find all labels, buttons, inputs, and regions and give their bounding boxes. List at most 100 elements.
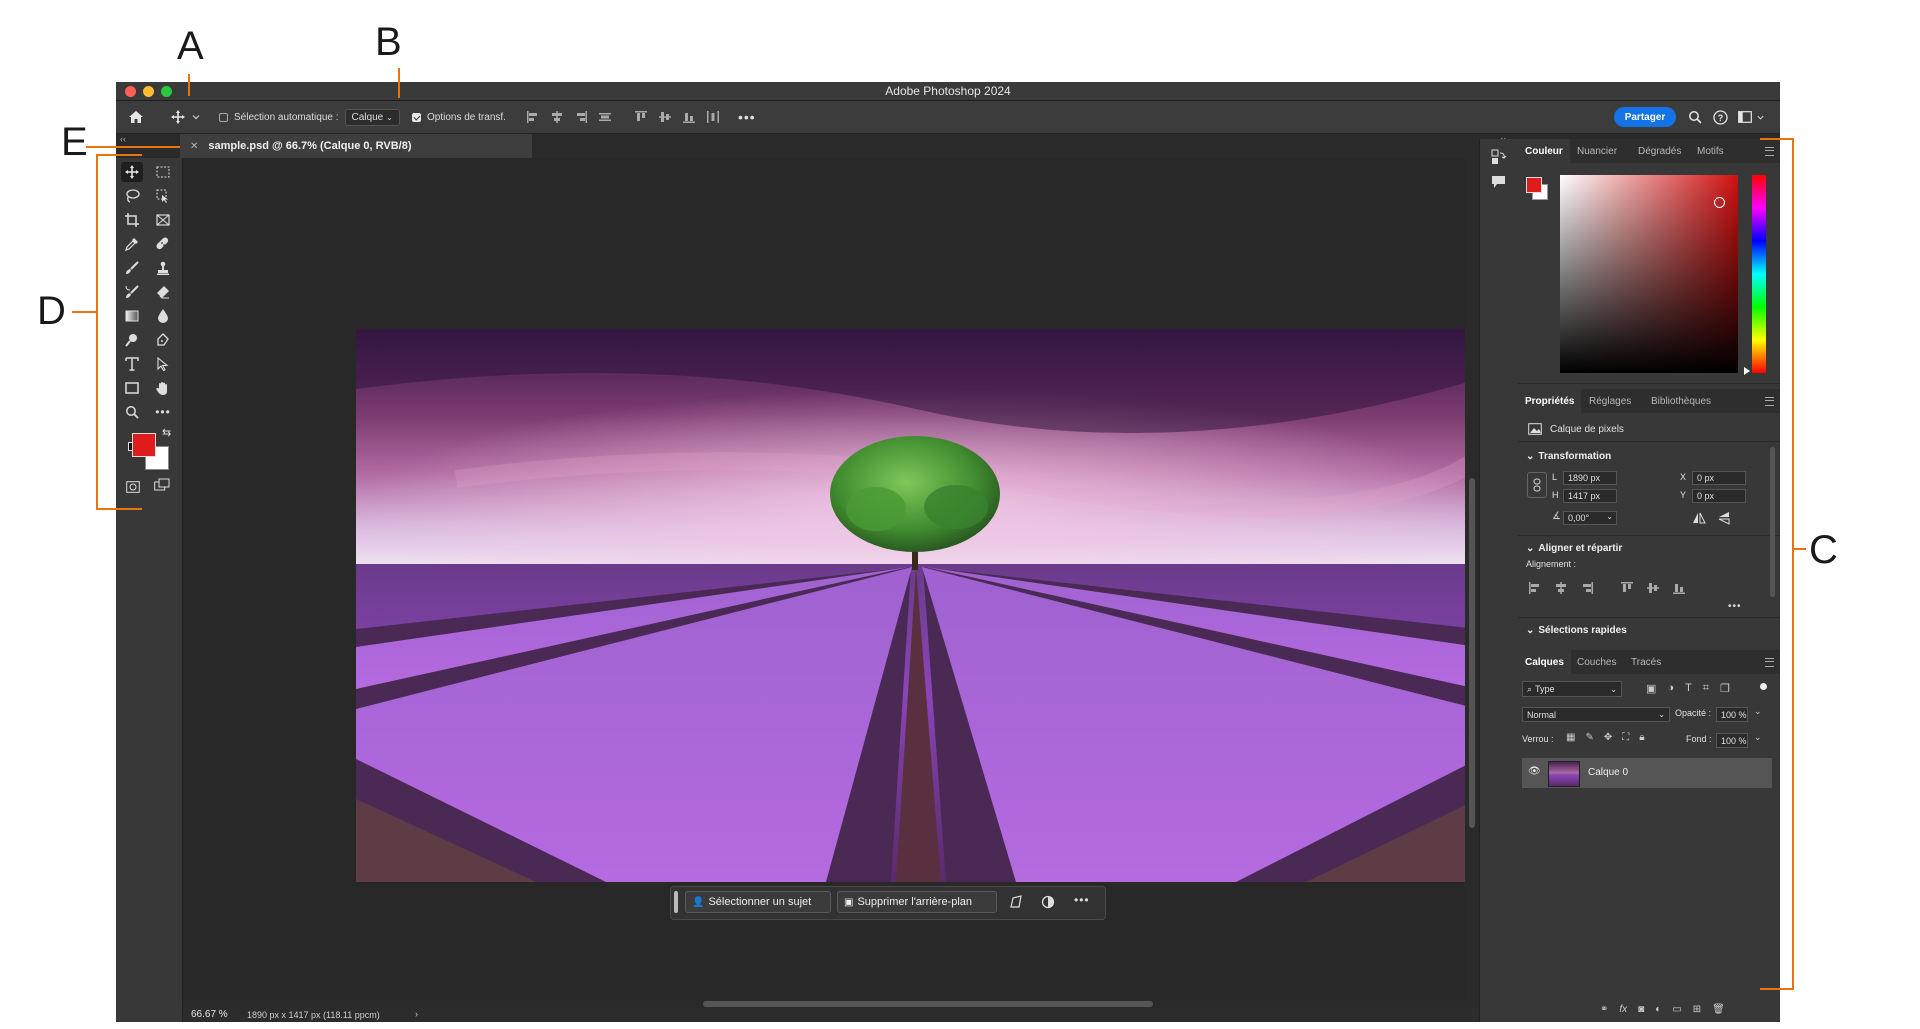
filter-adjustment-icon[interactable]: ◑: [1667, 682, 1674, 695]
new-adjustment-layer-icon[interactable]: ◐: [1655, 1004, 1661, 1015]
align-section-header[interactable]: ⌄ Aligner et répartir: [1526, 543, 1622, 554]
drag-handle[interactable]: [674, 891, 678, 913]
align-vertical-centers-icon[interactable]: [1646, 581, 1660, 595]
layer-name[interactable]: Calque 0: [1588, 767, 1628, 778]
select-subject-button[interactable]: 👤 Sélectionner un sujet: [685, 891, 831, 913]
align-bottom-edges-icon[interactable]: [682, 110, 696, 124]
transform-button[interactable]: [1009, 895, 1023, 914]
tab-patterns[interactable]: Motifs: [1690, 139, 1731, 163]
more-align-options-icon[interactable]: •••: [1728, 601, 1742, 612]
new-group-icon[interactable]: ▭: [1672, 1004, 1681, 1015]
y-field[interactable]: 0 px: [1692, 489, 1746, 503]
flip-horizontal-icon[interactable]: [1692, 512, 1706, 524]
tab-color[interactable]: Couleur: [1518, 139, 1570, 163]
layer-style-icon[interactable]: fx: [1619, 1004, 1627, 1015]
auto-select-dropdown[interactable]: Calque ⌄: [344, 108, 400, 126]
tab-gradients[interactable]: Dégradés: [1631, 139, 1688, 163]
frame-tool[interactable]: [152, 210, 174, 230]
flip-vertical-icon[interactable]: [1718, 511, 1730, 525]
color-fg-swatch[interactable]: [1526, 177, 1542, 193]
home-button[interactable]: [128, 101, 144, 133]
opacity-field[interactable]: 100 %: [1716, 707, 1748, 722]
align-top-edges-icon[interactable]: [1620, 581, 1634, 595]
document-tab[interactable]: ✕ sample.psd @ 66.7% (Calque 0, RVB/8): [180, 134, 532, 158]
tab-paths[interactable]: Tracés: [1624, 650, 1668, 674]
align-vertical-centers-icon[interactable]: [658, 110, 672, 124]
swap-colors-icon[interactable]: ⇆: [162, 426, 171, 439]
help-button[interactable]: ?: [1713, 101, 1728, 133]
comments-panel-button[interactable]: [1491, 175, 1506, 194]
quick-selections-header[interactable]: ⌄ Sélections rapides: [1526, 625, 1627, 636]
filter-type-icon[interactable]: T: [1685, 682, 1692, 695]
filter-smart-object-icon[interactable]: ❐: [1720, 682, 1730, 695]
blur-tool[interactable]: [152, 306, 174, 326]
remove-background-button[interactable]: ▣ Supprimer l'arrière-plan: [837, 891, 997, 913]
fill-field[interactable]: 100 %: [1716, 733, 1748, 748]
link-dimensions-button[interactable]: [1527, 472, 1547, 498]
align-right-edges-icon[interactable]: [1580, 581, 1594, 595]
more-options-icon[interactable]: •••: [1074, 893, 1090, 907]
link-layers-icon[interactable]: ⚭: [1600, 1004, 1608, 1015]
edit-toolbar-button[interactable]: •••: [152, 402, 174, 422]
canvas-area[interactable]: 👤 Sélectionner un sujet ▣ Supprimer l'ar…: [183, 158, 1579, 1008]
align-right-edges-icon[interactable]: [574, 110, 588, 124]
blend-mode-dropdown[interactable]: Normal ⌄: [1522, 707, 1670, 722]
x-field[interactable]: 0 px: [1692, 471, 1746, 485]
pen-tool[interactable]: [152, 330, 174, 350]
auto-select-toggle[interactable]: Sélection automatique : Calque ⌄: [219, 101, 400, 133]
tab-properties[interactable]: Propriétés: [1518, 389, 1582, 413]
tab-layers[interactable]: Calques: [1518, 650, 1571, 674]
adjustment-button[interactable]: [1041, 895, 1055, 914]
align-left-edges-icon[interactable]: [1528, 581, 1542, 595]
visibility-eye-icon[interactable]: 👁︎: [1528, 766, 1541, 777]
color-field[interactable]: [1560, 175, 1738, 373]
align-distribute-icon[interactable]: [598, 110, 612, 124]
hand-tool[interactable]: [152, 378, 174, 398]
marquee-tool[interactable]: [152, 162, 174, 182]
path-selection-tool[interactable]: [152, 354, 174, 374]
share-button[interactable]: Partager: [1614, 107, 1676, 127]
tab-adjustments[interactable]: Réglages: [1582, 389, 1638, 413]
align-bottom-edges-icon[interactable]: [1672, 581, 1686, 595]
filter-shape-icon[interactable]: ⌗: [1703, 682, 1709, 695]
lock-position-icon[interactable]: ✥: [1604, 732, 1612, 743]
vertical-scrollbar[interactable]: [1465, 158, 1479, 1008]
close-tab-icon[interactable]: ✕: [190, 141, 198, 152]
height-field[interactable]: 1417 px: [1563, 489, 1617, 503]
collapse-toolbar-icon[interactable]: ‹‹: [120, 134, 126, 144]
align-horizontal-centers-icon[interactable]: [1554, 581, 1568, 595]
history-panel-button[interactable]: [1491, 149, 1507, 170]
tab-channels[interactable]: Couches: [1570, 650, 1623, 674]
chevron-right-icon[interactable]: ›: [415, 1009, 418, 1019]
new-layer-icon[interactable]: ⊞: [1693, 1004, 1701, 1015]
clone-stamp-tool[interactable]: [152, 258, 174, 278]
vertical-scroll-thumb[interactable]: [1469, 478, 1475, 828]
distribute-horizontal-icon[interactable]: [706, 110, 720, 124]
align-top-edges-icon[interactable]: [634, 110, 648, 124]
align-horizontal-centers-icon[interactable]: [550, 110, 564, 124]
object-selection-tool[interactable]: [152, 186, 174, 206]
lock-artboard-icon[interactable]: ⛶: [1622, 732, 1629, 743]
transform-section-header[interactable]: ⌄ Transformation: [1526, 451, 1611, 462]
workspace-button[interactable]: [1738, 101, 1765, 133]
more-options-icon[interactable]: •••: [738, 109, 756, 125]
auto-select-checkbox[interactable]: [219, 112, 228, 122]
angle-field[interactable]: 0,00° ⌄: [1563, 511, 1617, 525]
eraser-tool[interactable]: [152, 282, 174, 302]
document-canvas[interactable]: [356, 329, 1478, 882]
horizontal-scrollbar[interactable]: [183, 1000, 1465, 1008]
search-button[interactable]: [1688, 101, 1702, 133]
lock-transparency-icon[interactable]: ▦: [1566, 732, 1575, 743]
hue-slider-marker[interactable]: [1744, 367, 1750, 375]
width-field[interactable]: 1890 px: [1563, 471, 1617, 485]
screen-mode-button[interactable]: [154, 478, 170, 497]
move-tool-preset[interactable]: [171, 101, 201, 133]
tab-libraries[interactable]: Bibliothèques: [1644, 389, 1718, 413]
delete-layer-icon[interactable]: 🗑︎: [1712, 1004, 1725, 1015]
lock-all-icon[interactable]: 🔒︎: [1639, 732, 1644, 743]
lock-image-icon[interactable]: ✎: [1585, 732, 1593, 743]
layer-filter-dropdown[interactable]: ⌕ Type ⌄: [1522, 681, 1622, 697]
healing-brush-tool[interactable]: [152, 234, 174, 254]
layer-row[interactable]: 👁︎ Calque 0: [1522, 758, 1772, 788]
transform-options-checkbox[interactable]: [412, 112, 421, 122]
